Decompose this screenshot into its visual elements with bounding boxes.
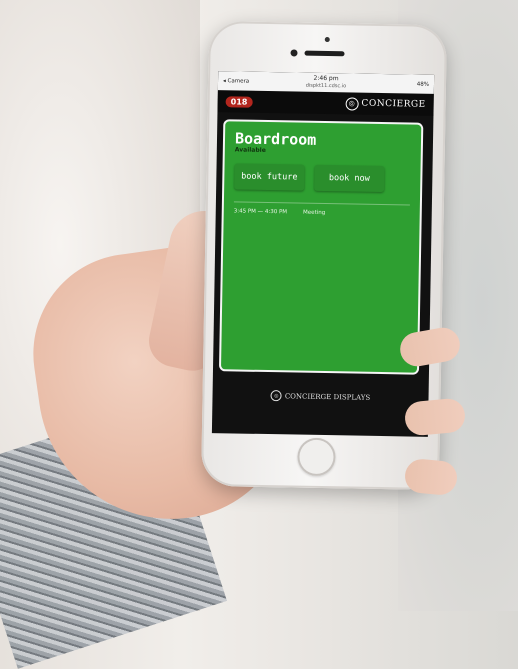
hand-finger xyxy=(403,457,459,497)
event-title: Meeting xyxy=(303,209,326,217)
booking-buttons: book future book now xyxy=(234,163,410,193)
brand-logo: ◎ CONCIERGE xyxy=(345,96,426,111)
footer-brand: ◎ CONCIERGE DISPLAYS xyxy=(212,389,428,404)
event-item[interactable]: 3:45 PM — 4:30 PM Meeting xyxy=(234,208,410,217)
status-bar: ◂ Camera 2:46 pm dispkt11.cdsc.io 48% xyxy=(217,71,435,94)
earpiece-speaker xyxy=(304,50,345,57)
divider xyxy=(233,201,410,206)
carrier-label: ◂ Camera xyxy=(222,77,250,85)
room-number-badge: 018 xyxy=(225,95,253,108)
footer-brand-name: CONCIERGE DISPLAYS xyxy=(284,391,371,402)
app-header: 018 ◎ CONCIERGE xyxy=(217,90,434,116)
home-button[interactable] xyxy=(297,437,336,477)
book-now-button[interactable]: book now xyxy=(314,164,385,193)
event-time: 3:45 PM — 4:30 PM xyxy=(233,208,288,216)
proximity-sensor xyxy=(324,36,330,43)
concierge-displays-logo-icon: ◎ xyxy=(270,390,282,402)
phone-screen: ◂ Camera 2:46 pm dispkt11.cdsc.io 48% 01… xyxy=(211,71,435,437)
battery-indicator: 48% xyxy=(416,81,430,88)
room-status-card: Boardroom Available book future book now… xyxy=(218,119,424,375)
concierge-logo-icon: ◎ xyxy=(345,96,359,111)
front-camera xyxy=(290,49,298,57)
book-future-button[interactable]: book future xyxy=(234,163,305,191)
brand-name: CONCIERGE xyxy=(361,98,426,110)
